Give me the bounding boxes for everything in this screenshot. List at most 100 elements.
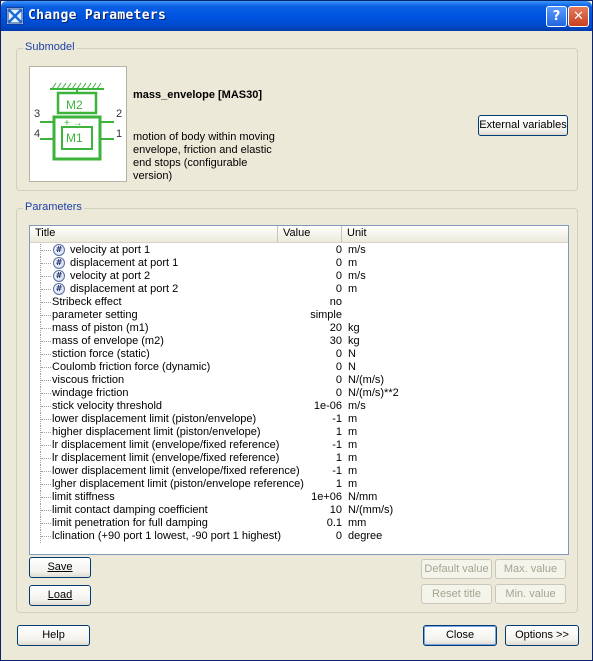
parameter-value[interactable]: -1 [280,413,342,426]
diagram-label-m2: M2 [66,98,83,112]
table-row[interactable]: # velocity at port 1 0 m/s [30,244,568,257]
column-header-unit[interactable]: Unit [342,226,568,242]
parameter-value[interactable]: 0 [280,348,342,361]
table-row[interactable]: Stribeck effect no [30,296,568,309]
table-row[interactable]: # displacement at port 2 0m [30,283,568,296]
table-row[interactable]: lclination (+90 port 1 lowest, -90 port … [30,530,568,543]
table-row[interactable]: parameter setting simple [30,309,568,322]
state-variable-icon: # [53,244,65,256]
parameter-value[interactable]: 0 [280,361,342,374]
parameter-unit: m [348,413,358,425]
parameter-title: lr displacement limit (envelope/fixed re… [52,452,280,464]
tree-connector-tick [41,432,51,433]
table-row[interactable]: higher displacement limit (piston/envelo… [30,426,568,439]
default-value-button[interactable]: Default value [421,559,492,579]
table-row[interactable]: lower displacement limit (envelope/fixed… [30,465,568,478]
parameter-value[interactable]: 0 [280,244,342,257]
max-value-button[interactable]: Max. value [495,559,566,579]
parameter-value[interactable]: 0 [280,257,342,270]
parameter-value[interactable]: 0 [280,270,342,283]
table-row[interactable]: limit contact damping coefficient 10 N/(mm… [30,504,568,517]
load-button[interactable]: Load [29,585,91,606]
parameter-unit: m [348,452,358,464]
help-button[interactable]: Help [17,625,90,646]
table-row[interactable]: viscous friction 0 N/(m/s) [30,374,568,387]
table-row[interactable]: # velocity at port 2 0 m/s [30,270,568,283]
table-row[interactable]: limit penetration for full damping 0.1 mm [30,517,568,530]
parameter-unit: N/mm [348,491,378,503]
column-header-title[interactable]: Title [30,226,278,242]
diagram-label-m1: M1 [66,131,83,145]
title-bar[interactable]: Change Parameters ? ✕ [1,1,592,31]
parameter-value[interactable]: no [280,296,342,309]
parameter-value[interactable]: 1e+06 [280,491,342,504]
table-row[interactable]: lr displacement limit (envelope/fixed re… [30,439,568,452]
parameter-value[interactable]: -1 [280,465,342,478]
parameter-unit: kg [348,335,360,347]
table-row[interactable]: windage friction 0 N/(m/s)**2 [30,387,568,400]
tree-connector-tick [41,471,51,472]
tree-connector-tick [41,380,51,381]
parameter-value[interactable]: -1 [280,439,342,452]
parameter-unit: mm [348,517,367,529]
table-row[interactable]: mass of piston (m1) 20 kg [30,322,568,335]
tree-connector-tick [41,484,51,485]
parameter-title: stiction force (static) [52,348,150,360]
table-header: Title Value Unit [30,226,568,243]
parameter-value[interactable]: 1 [280,452,342,465]
parameter-unit: N [348,348,356,360]
parameter-title: viscous friction [52,374,125,386]
min-value-button[interactable]: Min. value [495,584,566,604]
parameter-unit: m [348,439,358,451]
parameter-value[interactable]: 10 [280,504,342,517]
save-button[interactable]: Save [29,557,91,578]
external-variables-button[interactable]: External variables [478,115,568,136]
parameter-title: displacement at port 1 [70,257,179,269]
parameter-value[interactable]: 0 [280,530,342,543]
table-row[interactable]: lower displacement limit (piston/envelop… [30,413,568,426]
reset-title-button[interactable]: Reset title [421,584,492,604]
parameter-value[interactable]: simple [280,309,342,322]
table-row[interactable]: mass of envelope (m2) 30 kg [30,335,568,348]
parameter-value[interactable]: 1e-06 [280,400,342,413]
help-title-button[interactable]: ? [546,6,567,27]
table-row[interactable]: stick velocity threshold 1e-06 m/s [30,400,568,413]
close-title-button[interactable]: ✕ [568,6,589,27]
parameter-value[interactable]: 0.1 [280,517,342,530]
parameter-value[interactable]: 20 [280,322,342,335]
parameter-title: displacement at port 2 [70,283,179,295]
parameter-unit: N/(mm/s) [348,504,394,516]
tree-connector-tick [41,289,51,290]
parameter-value[interactable]: 0 [280,374,342,387]
state-variable-icon: # [53,257,65,269]
options-button[interactable]: Options >> [505,625,579,646]
diagram-port-3: 3 [34,108,40,120]
change-parameters-dialog: Change Parameters ? ✕ Submodel M2 M1 + →… [0,0,593,661]
table-row[interactable]: lgher displacement limit (piston/envelop… [30,478,568,491]
tree-connector-tick [41,458,51,459]
submodel-group-label: Submodel [23,41,77,53]
table-row[interactable]: # displacement at port 1 0m [30,257,568,270]
table-row[interactable]: lr displacement limit (envelope/fixed re… [30,452,568,465]
tree-connector-tick [41,341,51,342]
close-icon: ✕ [573,9,584,24]
parameter-value[interactable]: 1 [280,426,342,439]
parameter-value[interactable]: 1 [280,478,342,491]
app-icon [6,7,24,25]
parameter-value[interactable]: 30 [280,335,342,348]
table-row[interactable]: Coulomb friction force (dynamic) 0 N [30,361,568,374]
parameter-title: limit contact damping coefficient [52,504,208,516]
parameters-table[interactable]: Title Value Unit # velocity at port 1 0 m/s… [29,225,569,555]
parameter-unit: m [348,257,358,269]
parameter-value[interactable]: 0 [280,283,342,296]
diagram-port-4: 4 [34,128,40,140]
table-row[interactable]: limit stiffness 1e+06 N/mm [30,491,568,504]
tree-connector-tick [41,250,51,251]
close-button[interactable]: Close [423,625,497,646]
parameter-value[interactable]: 0 [280,387,342,400]
tree-connector-tick [41,367,51,368]
column-header-value[interactable]: Value [278,226,342,242]
tree-connector-tick [41,302,51,303]
table-row[interactable]: stiction force (static) 0 N [30,348,568,361]
parameter-title: limit penetration for full damping [52,517,208,529]
